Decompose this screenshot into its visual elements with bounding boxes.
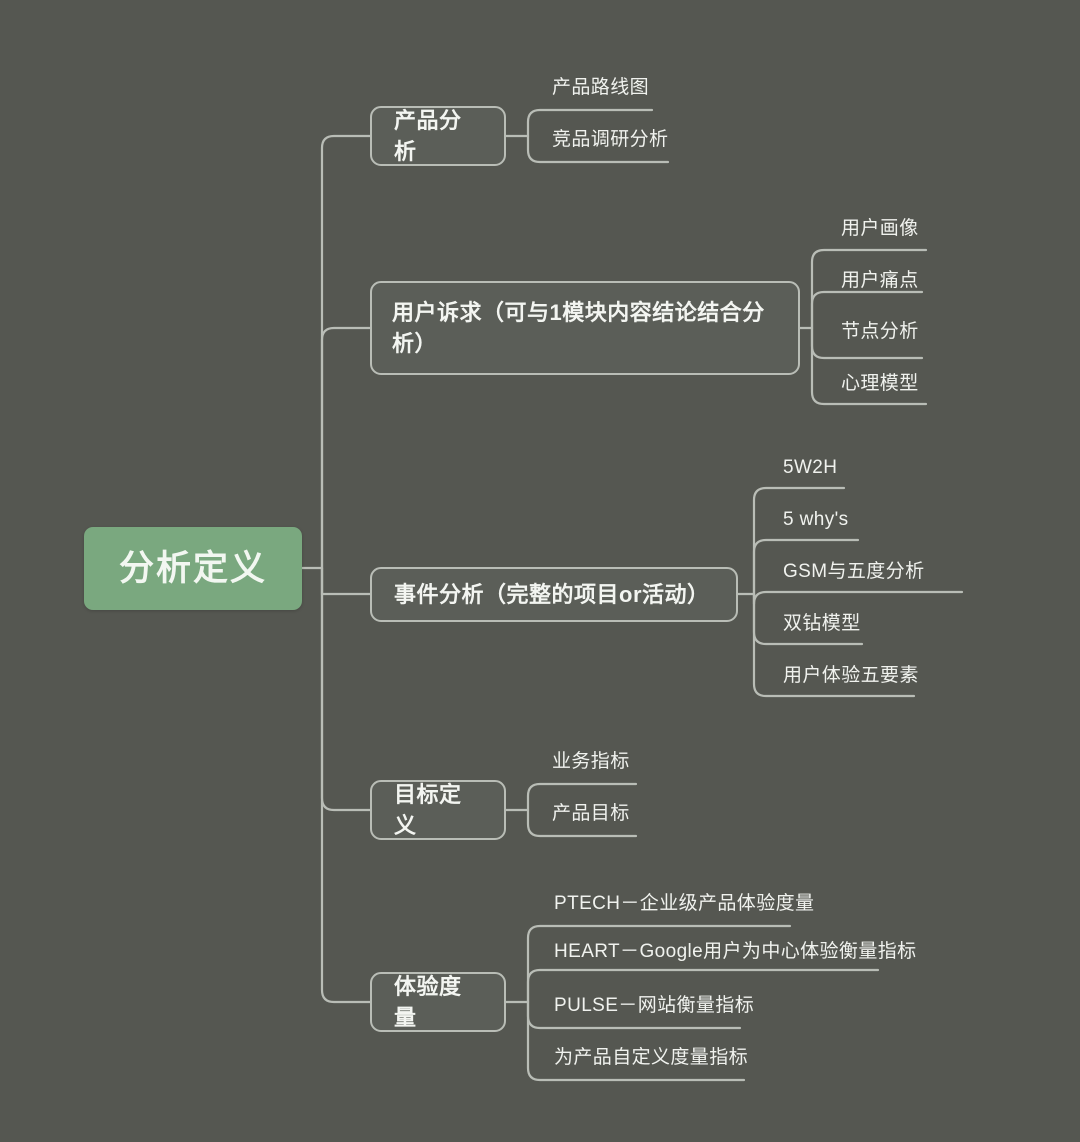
leaf-node[interactable]: 为产品自定义度量指标	[551, 1048, 748, 1076]
branch-node-label: 目标定义	[394, 781, 462, 838]
leaf-node[interactable]: 用户体验五要素	[780, 666, 919, 694]
leaf-node[interactable]: 产品路线图	[549, 78, 649, 106]
leaf-node[interactable]: PTECH－企业级产品体验度量	[551, 894, 814, 922]
trunk-to-branch-2	[320, 326, 372, 570]
leaf-node[interactable]: 5W2H	[780, 458, 837, 486]
leaf-node[interactable]: 竞品调研分析	[549, 130, 668, 158]
branch-node-label: 用户诉求（可与1模块内容结论结合分析）	[392, 299, 765, 356]
trunk-to-branch-1	[320, 134, 372, 570]
leaf-node[interactable]: 心理模型	[838, 374, 919, 402]
trunk-to-branch-3	[320, 566, 372, 596]
root-node[interactable]: 分析定义	[84, 527, 302, 610]
branch3-leaf3-wire	[752, 590, 964, 605]
branch-node-label: 产品分析	[394, 107, 462, 164]
mindmap-canvas: 分析定义 产品分析 用户诉求（可与1模块内容结论结合分析） 事件分析（完整的项目…	[0, 0, 1080, 1142]
root-node-label: 分析定义	[118, 548, 267, 588]
trunk-to-branch-4	[320, 566, 372, 812]
leaf-node[interactable]: 产品目标	[549, 804, 630, 832]
branch-node-label: 事件分析（完整的项目or活动）	[394, 581, 710, 607]
leaf-node[interactable]: 节点分析	[838, 322, 919, 350]
branch-node-goal-definition[interactable]: 目标定义	[370, 780, 506, 840]
leaf-node[interactable]: 5 why's	[780, 510, 849, 538]
branch-node-user-demand[interactable]: 用户诉求（可与1模块内容结论结合分析）	[370, 281, 800, 375]
branch-node-event-analysis[interactable]: 事件分析（完整的项目or活动）	[370, 567, 738, 622]
leaf-node[interactable]: GSM与五度分析	[780, 562, 924, 590]
leaf-node[interactable]: 用户痛点	[838, 271, 919, 299]
leaf-node[interactable]: 双钻模型	[780, 614, 861, 642]
leaf-node[interactable]: PULSE－网站衡量指标	[551, 996, 754, 1024]
leaf-node[interactable]: HEART－Google用户为中心体验衡量指标	[551, 942, 917, 970]
branch-node-product-analysis[interactable]: 产品分析	[370, 106, 506, 166]
branch-node-experience-metrics[interactable]: 体验度量	[370, 972, 506, 1032]
trunk-to-branch-5	[320, 566, 372, 1004]
leaf-node[interactable]: 用户画像	[838, 219, 919, 247]
leaf-node[interactable]: 业务指标	[549, 752, 630, 780]
branch-node-label: 体验度量	[394, 973, 462, 1030]
